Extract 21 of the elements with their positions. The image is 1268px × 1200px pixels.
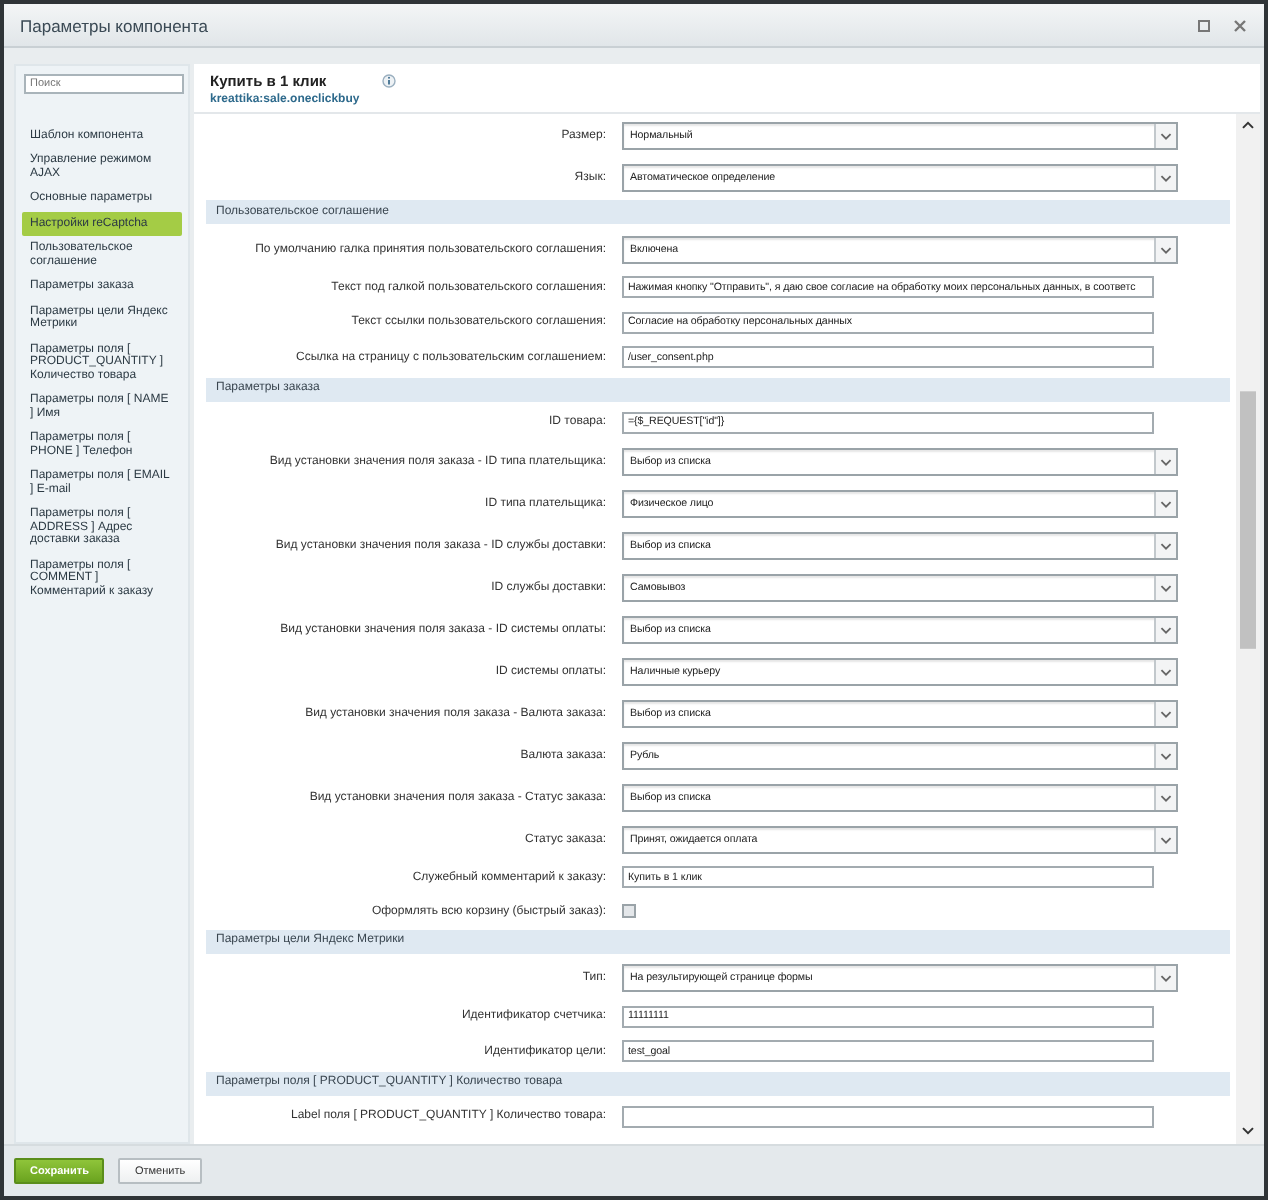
caret-icon xyxy=(1154,449,1176,473)
close-icon[interactable] xyxy=(1232,17,1248,33)
scrollbar[interactable] xyxy=(1236,114,1260,1144)
info-icon[interactable] xyxy=(382,74,397,88)
caret-icon xyxy=(1154,743,1176,767)
caret-icon xyxy=(1154,785,1176,809)
caret-icon xyxy=(1154,491,1176,515)
checkbox[interactable] xyxy=(622,904,636,918)
caret-icon xyxy=(1154,533,1176,557)
expand-icon[interactable] xyxy=(1196,17,1212,33)
caret-icon xyxy=(1154,617,1176,641)
caret-icon xyxy=(1154,827,1176,851)
caret-icon xyxy=(1154,659,1176,683)
caret-icon xyxy=(1154,165,1176,189)
caret-icon xyxy=(1154,123,1176,147)
caret-icon xyxy=(1154,966,1176,990)
input-field[interactable] xyxy=(622,1105,1154,1128)
caret-icon xyxy=(1154,701,1176,725)
window-title: Параметры компонента xyxy=(20,15,211,35)
caret-icon xyxy=(1154,575,1176,599)
caret-icon xyxy=(1154,237,1176,261)
